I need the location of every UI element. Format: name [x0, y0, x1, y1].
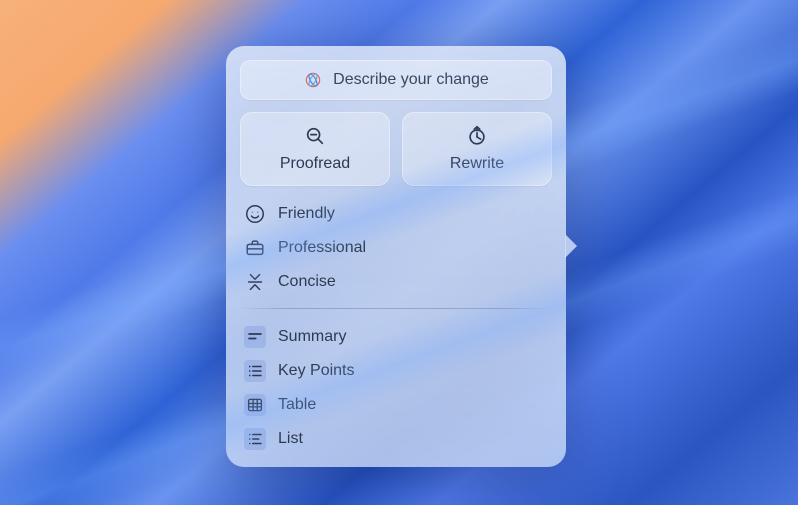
output-label: Summary: [278, 328, 346, 346]
tone-options: Friendly Professional: [240, 198, 552, 298]
tone-professional[interactable]: Professional: [240, 232, 552, 264]
proofread-button[interactable]: Proofread: [240, 112, 390, 186]
describe-change-button[interactable]: Describe your change: [240, 60, 552, 100]
output-list[interactable]: List: [240, 423, 552, 455]
smile-icon: [244, 203, 266, 225]
describe-change-label: Describe your change: [333, 71, 489, 89]
collapse-icon: [244, 271, 266, 293]
briefcase-icon: [244, 237, 266, 259]
output-label: Key Points: [278, 362, 354, 380]
rewrite-icon: [466, 125, 488, 147]
tone-concise[interactable]: Concise: [240, 266, 552, 298]
tone-label: Concise: [278, 273, 336, 291]
summary-icon: [244, 326, 266, 348]
tone-label: Friendly: [278, 205, 335, 223]
output-label: Table: [278, 396, 316, 414]
tone-label: Professional: [278, 239, 366, 257]
writing-tools-panel: Describe your change Proofread: [226, 46, 566, 467]
output-label: List: [278, 430, 303, 448]
table-icon: [244, 394, 266, 416]
divider: [238, 308, 554, 309]
proofread-icon: [304, 125, 326, 147]
output-options: Summary Key Points: [240, 321, 552, 455]
rewrite-button[interactable]: Rewrite: [402, 112, 552, 186]
tone-friendly[interactable]: Friendly: [240, 198, 552, 230]
output-key-points[interactable]: Key Points: [240, 355, 552, 387]
output-summary[interactable]: Summary: [240, 321, 552, 353]
apple-intelligence-icon: [303, 70, 323, 90]
proofread-label: Proofread: [280, 155, 350, 173]
output-table[interactable]: Table: [240, 389, 552, 421]
list-icon: [244, 428, 266, 450]
callout-pointer: [565, 234, 577, 258]
key-points-icon: [244, 360, 266, 382]
rewrite-label: Rewrite: [450, 155, 504, 173]
